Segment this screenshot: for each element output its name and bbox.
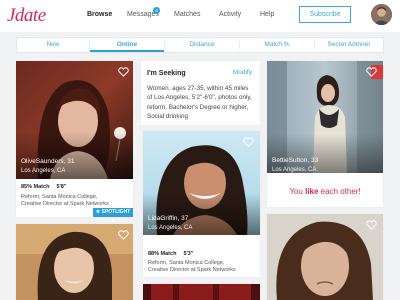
messages-count-badge: 4: [153, 7, 160, 14]
mutual-like-message: You like each other!: [267, 187, 383, 196]
subscribe-button[interactable]: Subscribe: [299, 6, 351, 23]
profile-school: Reform, Santa Monica College,: [21, 194, 98, 200]
profile-location: Los Angeles, CA: [148, 225, 193, 231]
favorite-heart-icon[interactable]: [118, 230, 129, 240]
profile-job: Creative Director at Spark Networks: [21, 201, 109, 207]
profile-location: Los Angeles, CA: [21, 168, 66, 174]
nav-help[interactable]: Help: [260, 11, 274, 18]
favorite-heart-icon[interactable]: [366, 220, 377, 230]
profile-photo[interactable]: OliveSaunders, 31 Los Angeles, CA: [16, 61, 133, 179]
profile-card-lida[interactable]: LidaGriffin, 37 Los Angeles, CA 88% Matc…: [143, 131, 260, 277]
match-info: 85% Match 5'8": [21, 184, 73, 190]
nav-activity[interactable]: Activity: [219, 11, 241, 18]
tab-distance[interactable]: Distance: [165, 38, 239, 52]
spotlight-badge: ★ SPOTLIGHT ★: [93, 208, 133, 224]
profile-card-bettie[interactable]: BettieSutton, 33 Los Angeles, CA You lik…: [267, 61, 383, 207]
nav-browse[interactable]: Browse: [87, 11, 112, 18]
profile-name[interactable]: OliveSaunders, 31: [21, 158, 74, 165]
modify-seeking-link[interactable]: Modify: [233, 69, 252, 76]
profile-name[interactable]: BettieSutton, 33: [272, 157, 318, 164]
seeking-title: I'm Seeking: [147, 70, 186, 77]
profile-school: Reform, Santa Monica College,: [148, 260, 225, 266]
top-header: Jdate Browse Messages 4 Matches Activity…: [0, 0, 400, 32]
profile-height: 5'3": [183, 251, 194, 257]
like-suffix: each other!: [318, 187, 361, 196]
seeking-card: I'm Seeking Modify Women, ages 27-35, wi…: [141, 61, 260, 125]
profile-photo[interactable]: [267, 214, 383, 300]
nav-matches[interactable]: Matches: [174, 11, 200, 18]
tab-secret-admirer[interactable]: Secret Admirer: [315, 38, 383, 52]
tab-match-percent[interactable]: Match %: [240, 38, 314, 52]
favorite-heart-icon[interactable]: [243, 137, 254, 147]
profile-photo[interactable]: [143, 284, 260, 300]
like-prefix: You: [289, 187, 306, 196]
profile-photo[interactable]: BettieSutton, 33 Los Angeles, CA: [267, 61, 383, 173]
profile-card[interactable]: [143, 284, 260, 300]
match-info: 88% Match 5'3": [148, 251, 200, 257]
profile-name[interactable]: LidaGriffin, 37: [148, 215, 188, 222]
seeking-criteria: Women, ages 27-35, within 45 miles of Lo…: [147, 85, 252, 120]
like-word: like: [305, 187, 319, 196]
tab-online[interactable]: Online: [90, 38, 164, 52]
match-percent: 85% Match: [21, 184, 50, 190]
favorite-heart-icon[interactable]: [366, 67, 377, 77]
profile-location: Los Angeles, CA: [272, 167, 317, 173]
profile-card[interactable]: [16, 224, 133, 300]
profile-photo[interactable]: [16, 224, 133, 300]
browse-tabs: New Online Distance Match % Secret Admir…: [16, 37, 384, 53]
profile-height: 5'8": [56, 184, 67, 190]
profile-card[interactable]: [267, 214, 383, 300]
jdate-logo[interactable]: Jdate: [7, 5, 46, 27]
favorite-heart-icon[interactable]: [118, 67, 129, 77]
user-avatar[interactable]: [371, 4, 392, 25]
profile-photo[interactable]: LidaGriffin, 37 Los Angeles, CA: [143, 131, 260, 235]
profile-card-olive[interactable]: OliveSaunders, 31 Los Angeles, CA 85% Ma…: [16, 61, 133, 224]
match-percent: 88% Match: [148, 251, 177, 257]
profile-job: Creative Director at Spark Networks: [148, 267, 236, 273]
tab-new[interactable]: New: [17, 38, 89, 52]
